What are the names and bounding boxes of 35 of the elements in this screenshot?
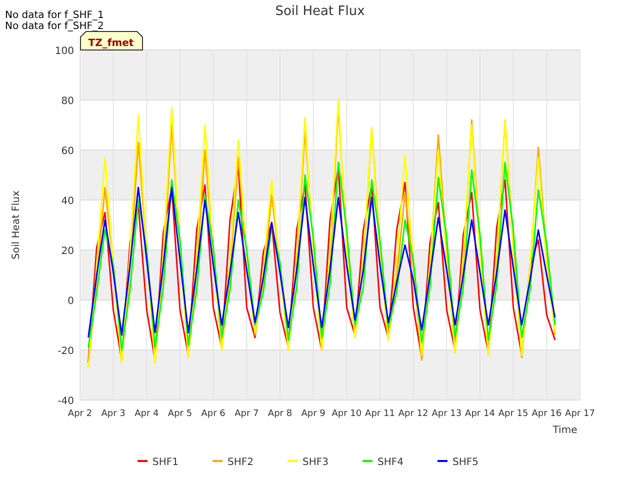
x-tick-label: Apr 14	[465, 409, 495, 419]
y-tick-label: 80	[61, 96, 74, 107]
y-tick-label: 0	[68, 296, 74, 307]
legend-label: SHF1	[152, 457, 178, 468]
x-tick-label: Apr 15	[498, 409, 528, 419]
y-tick-label: -40	[58, 396, 74, 407]
y-tick-label: 40	[61, 196, 74, 207]
x-tick-label: Apr 11	[365, 409, 395, 419]
y-axis-label: Soil Heat Flux	[11, 190, 22, 260]
legend-label: SHF3	[302, 457, 328, 468]
y-tick-label: -20	[58, 346, 74, 357]
y-tick-label: 20	[61, 246, 74, 257]
no-data-note: No data for f_SHF_1	[5, 10, 104, 21]
x-tick-label: Apr 9	[301, 409, 326, 419]
x-tick-label: Apr 12	[398, 409, 428, 419]
x-axis-label: Time	[552, 425, 578, 436]
x-tick-label: Apr 8	[268, 409, 292, 419]
legend-label: SHF2	[228, 457, 254, 468]
x-tick-label: Apr 10	[332, 409, 362, 419]
chart-title: Soil Heat Flux	[275, 4, 365, 19]
x-tick-label: Apr 3	[101, 409, 126, 419]
x-tick-label: Apr 6	[201, 409, 226, 419]
x-tick-label: Apr 13	[432, 409, 462, 419]
x-tick-label: Apr 17	[565, 409, 595, 419]
y-tick-label: 100	[54, 46, 74, 57]
x-tick-label: Apr 5	[168, 409, 192, 419]
x-tick-label: Apr 2	[68, 409, 92, 419]
legend-label: SHF5	[452, 457, 478, 468]
x-tick-label: Apr 7	[234, 409, 259, 419]
legend-label: SHF4	[378, 457, 404, 468]
x-tick-label: Apr 4	[134, 409, 159, 419]
no-data-note: No data for f_SHF_2	[5, 21, 104, 32]
y-tick-label: 60	[61, 146, 74, 157]
x-tick-label: Apr 16	[532, 409, 562, 419]
timezone-tag: TZ_fmet	[80, 31, 143, 50]
